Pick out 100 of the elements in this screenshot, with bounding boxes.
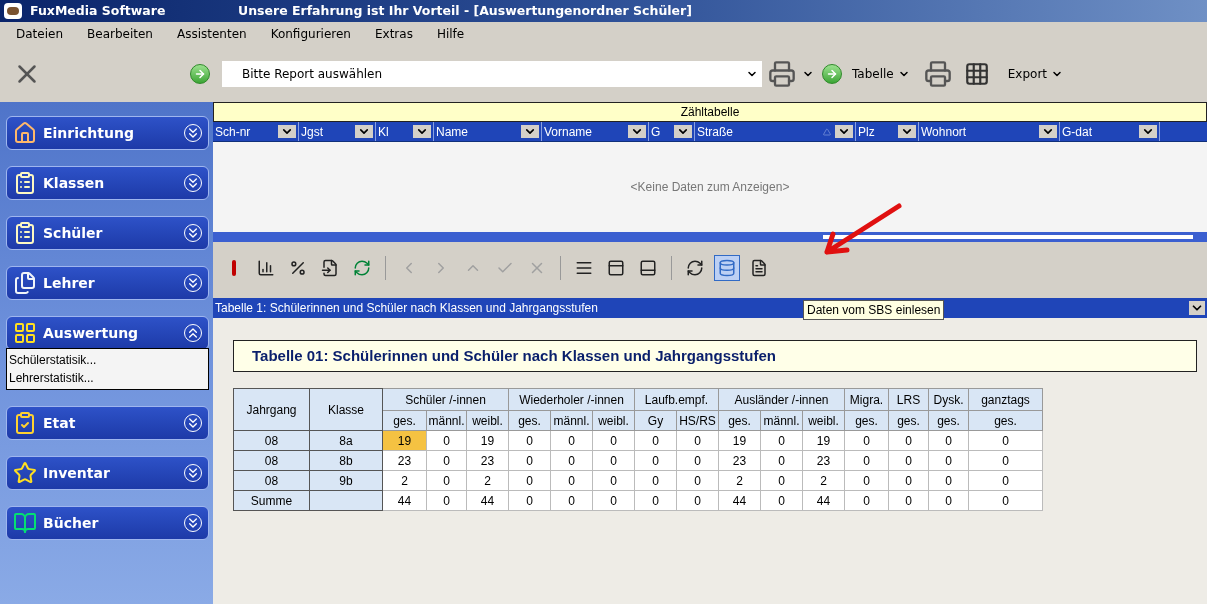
menu-item[interactable]: Bearbeiten [87,25,153,43]
table-cell[interactable]: 0 [888,470,929,491]
report-dropdown[interactable]: Tabelle 1: Schülerinnen und Schüler nach Klassen und Jahrgangsstufen Daten vom SBS einlesen [213,298,1207,318]
table-cell[interactable]: 0 [426,470,467,491]
table-cell[interactable]: 2 [718,470,761,491]
table-cell[interactable]: 0 [426,450,467,471]
table-cell[interactable]: 0 [426,490,467,511]
table-cell[interactable]: 19 [718,430,761,451]
menu-item[interactable]: Assistenten [176,25,247,43]
table-cell[interactable]: 0 [844,470,889,491]
filter-button[interactable] [1039,125,1057,138]
table-cell[interactable]: 2 [466,470,509,491]
column-header[interactable]: Straße [695,122,856,141]
printer-icon[interactable] [923,60,952,88]
column-header[interactable]: Wohnort [919,122,1060,141]
column-header[interactable]: Plz [856,122,919,141]
table-cell[interactable]: 0 [634,450,677,471]
table-cell[interactable]: 0 [888,450,929,471]
filter-button[interactable] [521,125,539,138]
table-cell[interactable]: 0 [968,490,1043,511]
splitter-bar[interactable] [213,232,1207,242]
table-cell[interactable]: 44 [802,490,845,511]
column-header[interactable]: G [649,122,695,141]
menu-item[interactable]: Extras [374,25,413,43]
column-header[interactable]: Sch-nr [213,122,299,141]
submenu-item[interactable]: Schülerstatisik... [7,351,208,369]
sidebar-item[interactable]: Etat [6,406,209,440]
filter-button[interactable] [898,125,916,138]
table-cell[interactable]: 0 [760,490,803,511]
printer-icon[interactable] [768,60,796,88]
sidebar-item[interactable]: Einrichtung [6,116,209,150]
table-cell[interactable]: 0 [634,490,677,511]
menu-item[interactable]: Hilfe [436,25,465,43]
grid-icon[interactable] [963,61,990,87]
sidebar-item[interactable]: Lehrer [6,266,209,300]
sidebar-item[interactable]: Klassen [6,166,209,200]
filter-button[interactable] [355,125,373,138]
table-cell[interactable]: 2 [802,470,845,491]
table-cell[interactable]: 44 [382,490,427,511]
report-select[interactable]: Bitte Report auswählen [222,61,762,87]
table-cell[interactable]: 0 [550,430,593,451]
table-cell[interactable]: 0 [844,490,889,511]
sidebar-item[interactable]: Schüler [6,216,209,250]
dropdown-icon[interactable] [1189,301,1205,315]
column-header[interactable]: Name [434,122,542,141]
table-cell[interactable]: 0 [426,430,467,451]
table-cell[interactable]: 0 [676,430,719,451]
export-button[interactable]: Export [1007,65,1064,83]
table-cell[interactable]: 2 [382,470,427,491]
table-cell[interactable]: 19 [802,430,845,451]
table-cell[interactable]: 0 [760,450,803,471]
column-header[interactable]: Vorname [542,122,649,141]
table-cell[interactable]: 0 [888,430,929,451]
sidebar-item[interactable]: Auswertung [6,316,209,350]
go-icon[interactable] [822,64,842,84]
table-cell[interactable]: 0 [928,450,969,471]
table-cell[interactable]: 0 [928,470,969,491]
table-cell[interactable]: 0 [550,470,593,491]
table-cell[interactable]: 0 [928,490,969,511]
table-cell[interactable]: 0 [634,470,677,491]
table-cell[interactable]: 0 [676,450,719,471]
database-button[interactable] [714,255,740,281]
table-cell[interactable]: 23 [718,450,761,471]
table-cell[interactable]: 0 [760,430,803,451]
filter-button[interactable] [1139,125,1157,138]
table-cell[interactable]: 0 [968,430,1043,451]
table-cell[interactable]: 23 [382,450,427,471]
sidebar-item[interactable]: Inventar [6,456,209,490]
table-cell[interactable]: 0 [844,450,889,471]
tabelle-button[interactable]: Tabelle [852,65,910,83]
column-header[interactable]: G-dat [1060,122,1160,141]
table-cell[interactable]: 0 [592,490,635,511]
menu-item[interactable]: Konfigurieren [270,25,351,43]
table-cell[interactable]: 19 [466,430,509,451]
submenu-item[interactable]: Lehrerstatistik... [7,369,208,387]
column-header[interactable]: Jgst [299,122,376,141]
table-cell[interactable]: 23 [466,450,509,471]
table-cell[interactable]: 0 [968,450,1043,471]
table-cell[interactable]: 0 [592,430,635,451]
table-cell[interactable]: 0 [844,430,889,451]
menu-item[interactable]: Dateien [16,25,63,43]
table-cell[interactable]: 0 [676,470,719,491]
filter-button[interactable] [413,125,431,138]
table-cell[interactable]: 0 [760,470,803,491]
table-cell[interactable]: 0 [968,470,1043,491]
table-cell[interactable]: 0 [508,430,551,451]
table-cell[interactable]: 0 [888,490,929,511]
table-cell[interactable]: 44 [466,490,509,511]
filter-button[interactable] [278,125,296,138]
filter-button[interactable] [835,125,853,138]
table-cell[interactable]: 0 [508,490,551,511]
table-cell[interactable]: 0 [676,490,719,511]
table-cell[interactable]: 0 [508,470,551,491]
table-cell[interactable]: 0 [592,470,635,491]
table-cell[interactable]: 0 [928,430,969,451]
filter-button[interactable] [628,125,646,138]
sidebar-item[interactable]: Bücher [6,506,209,540]
table-cell[interactable]: 0 [634,430,677,451]
column-header[interactable]: Kl [376,122,434,141]
table-cell[interactable]: 0 [550,490,593,511]
